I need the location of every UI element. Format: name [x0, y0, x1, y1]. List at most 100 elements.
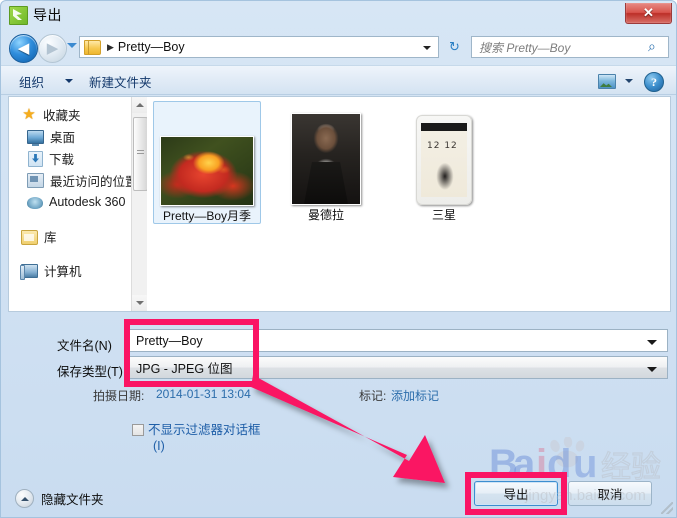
help-icon: ?	[651, 75, 657, 89]
filter-dialog-checkbox-label: 不显示过滤器对话框	[148, 423, 261, 437]
export-app-icon	[9, 6, 28, 25]
hide-folders-button[interactable]: 隐藏文件夹	[15, 489, 104, 508]
back-arrow-icon: ◀	[17, 39, 30, 57]
date-taken-value[interactable]: 2014-01-31 13:04	[156, 387, 251, 401]
file-item-label: 曼德拉	[307, 208, 344, 222]
file-item-rose[interactable]: Pretty—Boy月季	[153, 101, 261, 224]
metadata-row: 拍摄日期: 2014-01-31 13:04 标记: 添加标记	[1, 387, 676, 405]
svg-text:经验: 经验	[601, 451, 661, 484]
back-button[interactable]: ◀	[9, 34, 38, 63]
thumbnail-wrapper: 12 12	[390, 105, 498, 205]
cloud-icon	[27, 197, 43, 209]
resize-grip-icon[interactable]	[661, 502, 673, 514]
filetype-label: 保存类型(T)	[57, 365, 123, 379]
svg-text:B: B	[489, 442, 518, 486]
sidebar-item-label: 收藏夹	[43, 108, 81, 123]
new-folder-button[interactable]: 新建文件夹	[89, 72, 152, 91]
sidebar-item-recent-places[interactable]: 最近访问的位置	[9, 169, 147, 191]
toolbar: 组织 新建文件夹 ?	[1, 65, 676, 95]
sidebar-item-desktop[interactable]: 桌面	[9, 125, 147, 147]
hide-folders-label: 隐藏文件夹	[41, 493, 104, 507]
add-tag-link[interactable]: 添加标记	[391, 387, 439, 404]
title-bar[interactable]: 导出 ✕	[1, 1, 676, 30]
filename-value: Pretty—Boy	[136, 333, 203, 348]
navigation-pane-scrollbar[interactable]	[131, 97, 147, 311]
filter-dialog-checkbox[interactable]	[132, 424, 144, 436]
portrait-thumbnail	[291, 113, 361, 205]
svg-text:d: d	[547, 442, 571, 486]
filter-dialog-checkbox-label-line2: (I)	[153, 439, 165, 453]
window-title: 导出	[33, 7, 62, 23]
forward-arrow-icon: ▶	[46, 39, 59, 57]
export-button[interactable]: 导出	[474, 481, 558, 506]
sidebar-item-favorites[interactable]: ★ 收藏夹	[9, 103, 147, 125]
sidebar-item-label: 桌面	[50, 130, 76, 145]
file-list-pane[interactable]: Pretty—Boy月季 曼德拉 12 12 三星	[147, 97, 670, 311]
file-item-label: 三星	[431, 208, 456, 222]
file-item-label: Pretty—Boy月季	[162, 209, 252, 223]
sidebar-item-label: 库	[44, 230, 57, 245]
chevron-down-icon	[135, 301, 144, 305]
svg-text:u: u	[573, 442, 597, 486]
sidebar-item-downloads[interactable]: 下载	[9, 147, 147, 169]
sidebar-item-label: 计算机	[44, 264, 82, 279]
help-button[interactable]: ?	[644, 72, 664, 92]
scroll-up-button[interactable]	[132, 97, 147, 113]
tags-label: 标记:	[359, 389, 387, 403]
sidebar-item-autodesk-360[interactable]: Autodesk 360	[9, 191, 147, 213]
view-mode-icon[interactable]	[598, 74, 616, 89]
breadcrumb-path[interactable]: Pretty—Boy	[118, 40, 185, 54]
scrollbar-thumb[interactable]	[133, 117, 147, 191]
filetype-select[interactable]: JPG - JPEG 位图	[129, 356, 668, 379]
recent-locations-chevron-down-icon[interactable]	[67, 43, 77, 48]
folder-icon	[84, 39, 101, 55]
rose-thumbnail	[160, 136, 254, 206]
computer-icon	[20, 264, 38, 280]
breadcrumb-separator-icon: ▶	[107, 41, 114, 52]
export-file-dialog: 导出 ✕ ◀ ▶ ▶ Pretty—Boy ↻ 搜索 Pretty—Boy ⌕ …	[0, 0, 677, 518]
search-placeholder: 搜索 Pretty—Boy	[479, 40, 571, 55]
close-icon: ✕	[643, 5, 654, 20]
filename-chevron-down-icon[interactable]	[647, 340, 657, 345]
refresh-button[interactable]: ↻	[444, 36, 465, 58]
star-icon: ★	[22, 105, 36, 123]
cancel-button[interactable]: 取消	[568, 481, 652, 506]
filename-input[interactable]: Pretty—Boy	[129, 329, 668, 352]
browser-body: ★ 收藏夹 桌面 下载 最近访问的位置 Autodesk 360 库 计算机 P…	[8, 96, 671, 312]
view-mode-chevron-down-icon[interactable]	[625, 79, 633, 83]
scroll-down-button[interactable]	[132, 295, 147, 311]
chevron-up-icon	[135, 103, 144, 107]
search-input[interactable]: 搜索 Pretty—Boy ⌕	[471, 36, 669, 58]
thumbnail-wrapper	[154, 106, 260, 206]
sidebar-item-label: Autodesk 360	[49, 195, 126, 209]
date-taken-label: 拍摄日期:	[93, 389, 145, 403]
file-item-phone[interactable]: 12 12 三星	[390, 101, 498, 222]
filename-label: 文件名(N)	[57, 339, 112, 353]
organize-button[interactable]: 组织	[19, 72, 44, 91]
address-bar-row: ◀ ▶ ▶ Pretty—Boy ↻ 搜索 Pretty—Boy ⌕	[1, 30, 676, 65]
filetype-chevron-down-icon[interactable]	[647, 367, 657, 372]
refresh-icon: ↻	[449, 39, 460, 55]
desktop-icon	[27, 130, 44, 146]
address-chevron-down-icon[interactable]	[423, 46, 431, 50]
file-item-portrait[interactable]: 曼德拉	[272, 101, 380, 222]
forward-button[interactable]: ▶	[38, 34, 67, 63]
sidebar-item-computer[interactable]: 计算机	[9, 259, 147, 281]
filetype-value: JPG - JPEG 位图	[136, 362, 233, 376]
sidebar-item-libraries[interactable]: 库	[9, 225, 147, 247]
close-button[interactable]: ✕	[625, 3, 672, 24]
recent-places-icon	[27, 173, 44, 188]
svg-text:i: i	[536, 442, 547, 486]
sidebar-item-label: 下载	[49, 152, 75, 167]
thumbnail-wrapper	[272, 105, 380, 205]
download-icon	[28, 150, 43, 167]
navigation-pane: ★ 收藏夹 桌面 下载 最近访问的位置 Autodesk 360 库 计算机	[9, 97, 147, 311]
organize-chevron-down-icon[interactable]	[65, 79, 73, 83]
phone-screenshot-thumbnail: 12 12	[416, 115, 472, 205]
address-bar[interactable]: ▶ Pretty—Boy	[79, 36, 439, 58]
library-icon	[21, 229, 38, 245]
phone-clock-label: 12 12	[427, 141, 458, 151]
search-icon: ⌕	[648, 39, 656, 55]
